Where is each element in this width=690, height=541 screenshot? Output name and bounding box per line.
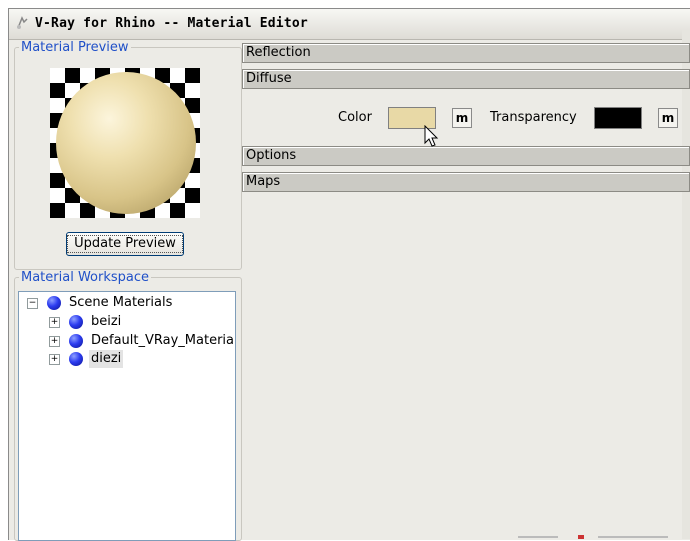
footer-decoration — [518, 535, 668, 539]
diffuse-panel-body: Color m Transparency m — [242, 90, 690, 144]
vray-app-icon — [17, 16, 28, 29]
material-ball-icon — [69, 352, 83, 366]
material-ball-icon — [47, 296, 61, 310]
material-preview-legend: Material Preview — [21, 40, 129, 55]
transparency-color-swatch[interactable] — [594, 107, 642, 129]
material-preview-image — [50, 68, 200, 218]
tree-label-default-vray-material: Default_VRay_Materia — [91, 333, 234, 348]
color-label: Color — [338, 110, 372, 125]
rollout-maps[interactable]: Maps — [242, 172, 690, 192]
rollout-diffuse[interactable]: Diffuse — [242, 69, 690, 89]
expand-plus-icon[interactable]: + — [49, 354, 60, 365]
rollout-reflection[interactable]: Reflection — [242, 43, 690, 63]
expand-plus-icon[interactable]: + — [49, 317, 60, 328]
tree-label-diezi: diezi — [89, 350, 124, 368]
material-ball-icon — [69, 315, 83, 329]
update-preview-label: Update Preview — [67, 235, 183, 253]
color-map-button[interactable]: m — [452, 108, 472, 128]
material-ball-icon — [69, 334, 83, 348]
mouse-cursor-icon — [424, 125, 439, 147]
expand-plus-icon[interactable]: + — [49, 336, 60, 347]
transparency-label: Transparency — [490, 110, 577, 125]
material-sphere-preview — [56, 72, 196, 214]
update-preview-button[interactable]: Update Preview — [66, 232, 184, 256]
material-tree[interactable]: − Scene Materials + beizi + Default_VRay… — [18, 291, 236, 541]
tree-label-root: Scene Materials — [69, 295, 173, 310]
window-title: V-Ray for Rhino -- Material Editor — [35, 16, 308, 31]
material-workspace-legend: Material Workspace — [21, 270, 150, 285]
tree-label-beizi: beizi — [91, 314, 122, 329]
title-bar[interactable]: V-Ray for Rhino -- Material Editor — [9, 9, 690, 40]
collapse-minus-icon[interactable]: − — [27, 298, 38, 309]
rollout-options[interactable]: Options — [242, 146, 690, 166]
transparency-map-button[interactable]: m — [658, 108, 678, 128]
